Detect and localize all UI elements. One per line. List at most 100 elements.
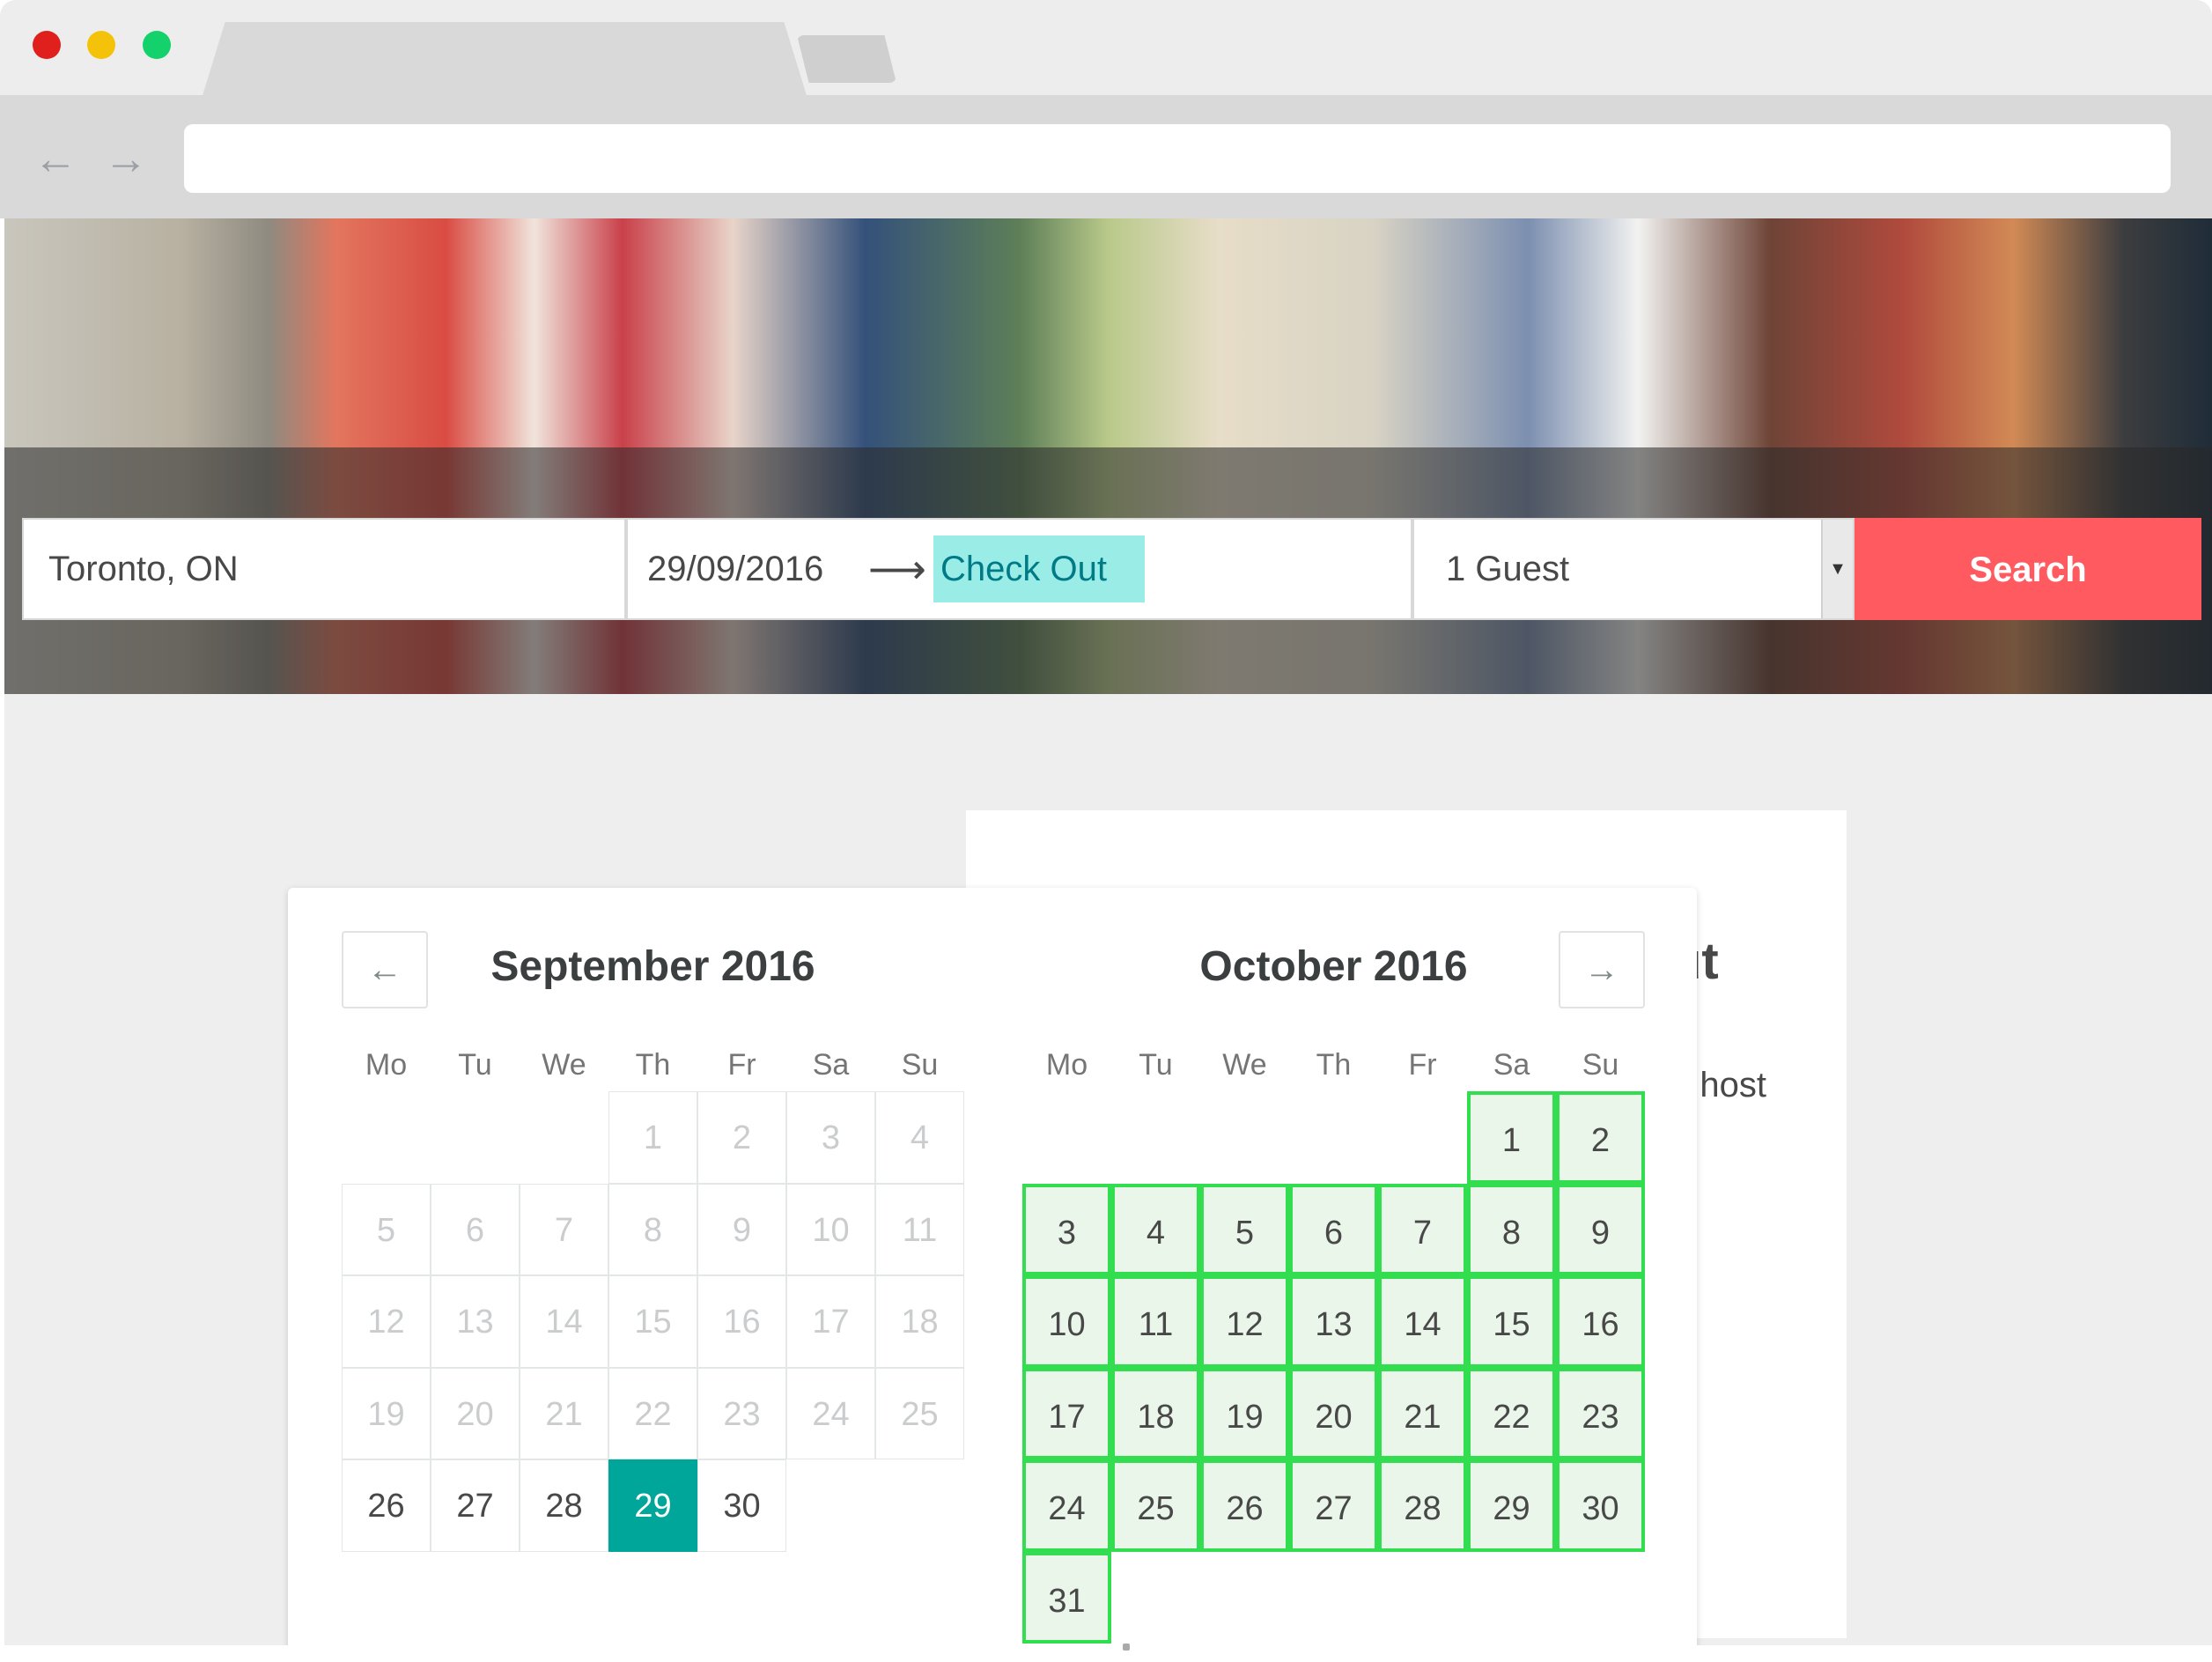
calendar-day-available[interactable]: 20	[1289, 1367, 1378, 1459]
calendar-day-available[interactable]: 26	[1200, 1459, 1289, 1552]
calendar-day-disabled: 16	[697, 1275, 786, 1368]
calendar-day-available[interactable]: 13	[1289, 1275, 1378, 1368]
calendar-week: 24 25 26 27 28 29 30	[1022, 1459, 1645, 1552]
calendar-day-available[interactable]: 17	[1022, 1367, 1111, 1459]
guests-select[interactable]: 1 Guest ▼	[1412, 518, 1854, 620]
calendar-day-available[interactable]: 2	[1556, 1091, 1645, 1184]
calendar-day-available[interactable]: 25	[1111, 1459, 1200, 1552]
weekday-label: Th	[1316, 1048, 1352, 1082]
calendar-day-available[interactable]: 14	[1378, 1275, 1467, 1368]
calendar-day-disabled: 8	[608, 1183, 697, 1275]
check-in-field[interactable]: 29/09/2016	[647, 520, 823, 618]
location-input[interactable]: Toronto, ON	[22, 518, 626, 620]
calendar-day[interactable]: 28	[520, 1459, 608, 1552]
weekday-label: Th	[635, 1048, 671, 1082]
calendar-day-disabled: 10	[786, 1183, 875, 1275]
minimize-window-dot[interactable]	[87, 31, 115, 59]
weekday-header: Mo Tu We Th Fr Sa Su	[342, 1048, 964, 1083]
search-button[interactable]: Search	[1854, 518, 2201, 620]
date-picker: ← → September 2016 Mo Tu We Th Fr Sa Su 123456…	[288, 888, 1697, 1645]
calendar-day-available[interactable]: 29	[1467, 1459, 1556, 1552]
calendar-day-available[interactable]: 9	[1556, 1183, 1645, 1275]
calendar-day-available[interactable]: 12	[1200, 1275, 1289, 1368]
calendar-day-available[interactable]: 24	[1022, 1459, 1111, 1552]
calendar-day-available[interactable]: 16	[1556, 1275, 1645, 1368]
weekday-label: Su	[1582, 1048, 1619, 1082]
weekday-label: Mo	[365, 1048, 408, 1082]
back-arrow-icon[interactable]: ←	[33, 137, 77, 181]
guests-value: 1 Guest	[1446, 550, 1570, 588]
calendar-day-available[interactable]: 27	[1289, 1459, 1378, 1552]
calendar-empty-cell	[342, 1091, 431, 1184]
calendar-day-available[interactable]: 28	[1378, 1459, 1467, 1552]
weekday-label: Su	[901, 1048, 939, 1082]
calendar-day-disabled: 24	[786, 1367, 875, 1459]
calendar-day-disabled: 19	[342, 1367, 431, 1459]
calendar-empty-cell	[1289, 1552, 1378, 1644]
calendar-empty-cell	[1200, 1091, 1289, 1184]
calendar-empty-cell	[431, 1091, 520, 1184]
month-title: September 2016	[490, 943, 815, 990]
calendar-month-october: October 2016 Mo Tu We Th Fr Sa Su 1 2 3 4 5 6 7 8 9 10 1…	[1022, 888, 1645, 1645]
calendar-day-disabled: 5	[342, 1183, 431, 1275]
maximize-window-dot[interactable]	[143, 31, 171, 59]
weekday-label: Fr	[727, 1048, 756, 1082]
calendar-day-available[interactable]: 6	[1289, 1183, 1378, 1275]
calendar-empty-cell	[1378, 1091, 1467, 1184]
calendar-empty-cell	[1111, 1552, 1200, 1644]
forward-arrow-icon[interactable]: →	[104, 137, 148, 181]
calendar-empty-cell	[1467, 1552, 1556, 1644]
calendar-day-available[interactable]: 15	[1467, 1275, 1556, 1368]
browser-tab-new[interactable]	[797, 35, 896, 83]
calendar-day-available[interactable]: 3	[1022, 1183, 1111, 1275]
calendar-week: 3456789	[1022, 1183, 1645, 1275]
calendar-day-available[interactable]: 8	[1467, 1183, 1556, 1275]
calendar-day-available[interactable]: 21	[1378, 1367, 1467, 1459]
calendar-day[interactable]: 26	[342, 1459, 431, 1552]
calendar-day-available[interactable]: 19	[1200, 1367, 1289, 1459]
calendar-day-disabled: 20	[431, 1367, 520, 1459]
calendar-day-available[interactable]: 4	[1111, 1183, 1200, 1275]
calendar-day-disabled: 6	[431, 1183, 520, 1275]
address-bar[interactable]	[184, 124, 2171, 193]
calendar-day-disabled: 4	[875, 1091, 964, 1184]
weekday-label: We	[542, 1048, 586, 1082]
calendar-week: 12	[1022, 1091, 1645, 1184]
weekday-label: Mo	[1045, 1048, 1088, 1082]
date-range-input[interactable]: 29/09/2016 ⟶ Check Out	[626, 518, 1412, 620]
date-range-arrow-icon: ⟶	[868, 546, 926, 592]
browser-titlebar	[0, 0, 2212, 101]
calendar-day-selected[interactable]: 29	[608, 1459, 697, 1552]
calendar-day-available[interactable]: 7	[1378, 1183, 1467, 1275]
calendar-day-available[interactable]: 11	[1111, 1275, 1200, 1368]
check-out-field[interactable]: Check Out	[933, 536, 1145, 602]
calendar-day-disabled: 17	[786, 1275, 875, 1368]
calendar-week: 12 13 14 15 16 17 18	[342, 1275, 964, 1368]
resize-handle	[1123, 1644, 1130, 1651]
weekday-label: Tu	[458, 1048, 492, 1082]
calendar-day-available[interactable]: 31	[1022, 1551, 1111, 1644]
calendar-empty-cell	[875, 1459, 964, 1552]
calendar-day[interactable]: 30	[697, 1459, 786, 1552]
calendar-empty-cell	[1022, 1091, 1111, 1184]
calendar-day-available[interactable]: 5	[1200, 1183, 1289, 1275]
calendar-day-available[interactable]: 1	[1467, 1091, 1556, 1184]
calendar-day-available[interactable]: 23	[1556, 1367, 1645, 1459]
calendar-day-disabled: 1	[608, 1091, 697, 1184]
browser-tab-active[interactable]	[201, 22, 808, 101]
dropdown-caret-icon[interactable]: ▼	[1821, 520, 1853, 618]
calendar-empty-cell	[520, 1091, 608, 1184]
calendar-day[interactable]: 27	[431, 1459, 520, 1552]
calendar-day-available[interactable]: 10	[1022, 1275, 1111, 1368]
calendar-day-available[interactable]: 18	[1111, 1367, 1200, 1459]
calendar-day-available[interactable]: 22	[1467, 1367, 1556, 1459]
weekday-label: Sa	[812, 1048, 850, 1082]
calendar-day-disabled: 23	[697, 1367, 786, 1459]
calendar-empty-cell	[1378, 1552, 1467, 1644]
calendar-day-disabled: 13	[431, 1275, 520, 1368]
calendar-day-available[interactable]: 30	[1556, 1459, 1645, 1552]
close-window-dot[interactable]	[33, 31, 61, 59]
calendar-week: 31	[1022, 1551, 1645, 1644]
weekday-label: Fr	[1408, 1048, 1437, 1082]
calendar-day-disabled: 14	[520, 1275, 608, 1368]
